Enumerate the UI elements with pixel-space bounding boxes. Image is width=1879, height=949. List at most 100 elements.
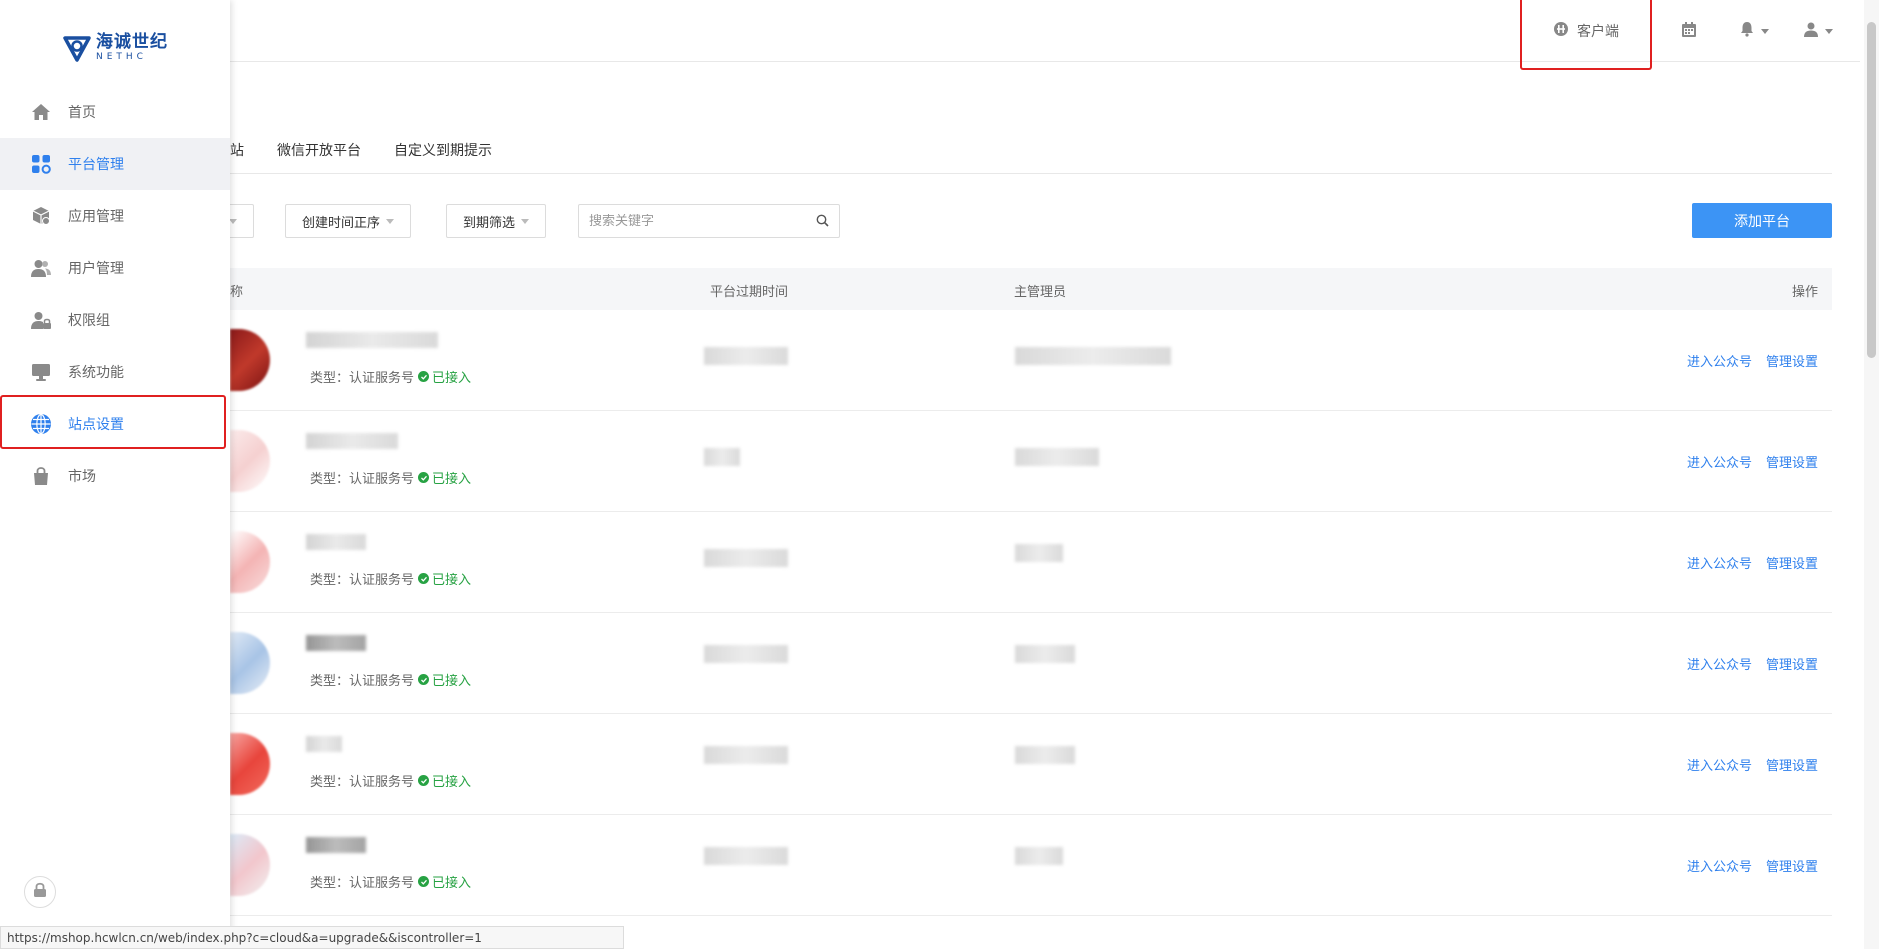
user-lock-icon	[30, 309, 52, 331]
site-settings-highlight-box	[0, 395, 226, 449]
sidebar-item-label: 市场	[68, 469, 96, 485]
chevron-down-icon	[1825, 28, 1833, 34]
top-header: 客户端	[0, 0, 1860, 70]
tab-custom-expire-notice[interactable]: 自定义到期提示	[394, 140, 492, 160]
search-box	[578, 204, 840, 238]
manage-settings-link[interactable]: 管理设置	[1766, 755, 1818, 774]
account-meta: 类型：认证服务号 已接入	[310, 872, 471, 891]
sort-dropdown[interactable]: 创建时间正序	[285, 204, 412, 238]
sidebar-item-apps[interactable]: 应用管理	[0, 190, 230, 242]
notification-button[interactable]	[1736, 0, 1772, 62]
logo-mark-icon	[63, 36, 91, 62]
account-meta: 类型：认证服务号 已接入	[310, 569, 471, 588]
status-badge: 已接入	[418, 670, 471, 689]
table-row: 类型：认证服务号 已接入 进入公众号 管理设置	[230, 815, 1832, 916]
expire-filter-dropdown[interactable]: 到期筛选	[446, 204, 547, 238]
enter-account-link[interactable]: 进入公众号	[1687, 755, 1752, 774]
row-actions: 进入公众号 管理设置	[1687, 654, 1818, 673]
account-type: 类型：认证服务号	[310, 371, 415, 386]
row-actions: 进入公众号 管理设置	[1687, 755, 1818, 774]
apps-icon	[30, 153, 52, 175]
search-input[interactable]	[589, 213, 816, 229]
account-avatar	[230, 329, 270, 391]
tab-wechat-open-platform[interactable]: 微信开放平台	[277, 140, 361, 160]
sidebar-item-label: 权限组	[68, 313, 110, 329]
column-header-actions: 操作	[1791, 285, 1818, 300]
status-label: 已接入	[432, 775, 472, 790]
manage-settings-link[interactable]: 管理设置	[1766, 654, 1818, 673]
check-circle-icon	[418, 472, 430, 483]
page-scrollbar[interactable]	[1864, 0, 1879, 949]
sidebar-item-home[interactable]: 首页	[0, 86, 230, 138]
enter-account-link[interactable]: 进入公众号	[1687, 654, 1752, 673]
page: 客户端 海诚世纪 NETHC 首页 平台管理 应用管理 用户管理 权限组 系统功…	[0, 0, 1879, 949]
tab-bar: 站 微信开放平台 自定义到期提示	[230, 130, 1832, 174]
logo-text-en: NETHC	[96, 52, 147, 62]
chevron-down-icon	[521, 218, 530, 224]
admin-name-redacted	[1015, 347, 1171, 365]
row-actions: 进入公众号 管理设置	[1687, 553, 1818, 572]
account-avatar	[230, 834, 270, 896]
account-avatar	[230, 632, 270, 694]
add-platform-button[interactable]: 添加平台	[1692, 203, 1832, 238]
logo: 海诚世纪 NETHC	[62, 28, 172, 68]
check-circle-icon	[418, 573, 430, 584]
sort-dropdown-label: 创建时间正序	[302, 215, 381, 231]
account-name-redacted	[306, 433, 398, 449]
tab-site[interactable]: 站	[230, 140, 244, 160]
admin-name-redacted	[1015, 544, 1063, 562]
user-menu-button[interactable]	[1798, 0, 1838, 62]
expire-time-redacted	[704, 746, 788, 764]
expire-filter-label: 到期筛选	[463, 215, 516, 231]
enter-account-link[interactable]: 进入公众号	[1687, 856, 1752, 875]
sidebar-item-label: 首页	[68, 105, 96, 121]
table-header: 称 平台过期时间 主管理员 操作	[230, 268, 1832, 310]
enter-account-link[interactable]: 进入公众号	[1687, 452, 1752, 471]
chevron-down-icon	[229, 218, 237, 224]
expire-time-redacted	[704, 645, 788, 663]
table-row: 类型：认证服务号 已接入 进入公众号 管理设置	[230, 310, 1832, 411]
chevron-down-icon	[386, 218, 395, 224]
sidebar-item-permission[interactable]: 权限组	[0, 294, 230, 346]
sidebar-item-market[interactable]: 市场	[0, 450, 230, 502]
row-actions: 进入公众号 管理设置	[1687, 351, 1818, 370]
account-meta: 类型：认证服务号 已接入	[310, 367, 471, 386]
logo-text-cn: 海诚世纪	[96, 32, 168, 52]
manage-settings-link[interactable]: 管理设置	[1766, 351, 1818, 370]
manage-settings-link[interactable]: 管理设置	[1766, 452, 1818, 471]
calendar-button[interactable]	[1678, 0, 1700, 62]
table-row: 类型：认证服务号 已接入 进入公众号 管理设置	[230, 714, 1832, 815]
row-actions: 进入公众号 管理设置	[1687, 856, 1818, 875]
status-badge: 已接入	[418, 367, 471, 386]
table-row: 类型：认证服务号 已接入 进入公众号 管理设置	[230, 613, 1832, 714]
enter-account-link[interactable]: 进入公众号	[1687, 351, 1752, 370]
lock-icon	[33, 882, 47, 902]
account-name-redacted	[306, 635, 366, 651]
status-badge: 已接入	[418, 872, 471, 891]
account-avatar	[230, 733, 270, 795]
manage-settings-link[interactable]: 管理设置	[1766, 856, 1818, 875]
status-label: 已接入	[432, 876, 472, 891]
sidebar-item-users[interactable]: 用户管理	[0, 242, 230, 294]
account-meta: 类型：认证服务号 已接入	[310, 468, 471, 487]
admin-name-redacted	[1015, 847, 1063, 865]
account-type: 类型：认证服务号	[310, 472, 415, 487]
account-name-redacted	[306, 837, 366, 853]
table-row: 类型：认证服务号 已接入 进入公众号 管理设置	[230, 512, 1832, 613]
column-header-name: 称	[230, 285, 244, 300]
manage-settings-link[interactable]: 管理设置	[1766, 553, 1818, 572]
search-icon[interactable]	[816, 212, 829, 231]
column-header-admin: 主管理员	[1014, 285, 1067, 300]
check-circle-icon	[418, 371, 430, 382]
lock-sidebar-button[interactable]	[24, 876, 56, 908]
check-circle-icon	[418, 674, 430, 685]
row-actions: 进入公众号 管理设置	[1687, 452, 1818, 471]
enter-account-link[interactable]: 进入公众号	[1687, 553, 1752, 572]
sidebar-item-platform[interactable]: 平台管理	[0, 138, 230, 190]
user-icon	[1803, 21, 1819, 41]
sidebar-item-system[interactable]: 系统功能	[0, 346, 230, 398]
sidebar-item-label: 系统功能	[68, 365, 124, 381]
link-status-bar: https://mshop.hcwlcn.cn/web/index.php?c=…	[0, 926, 624, 949]
scrollbar-thumb[interactable]	[1867, 22, 1876, 358]
expire-time-redacted	[704, 847, 788, 865]
